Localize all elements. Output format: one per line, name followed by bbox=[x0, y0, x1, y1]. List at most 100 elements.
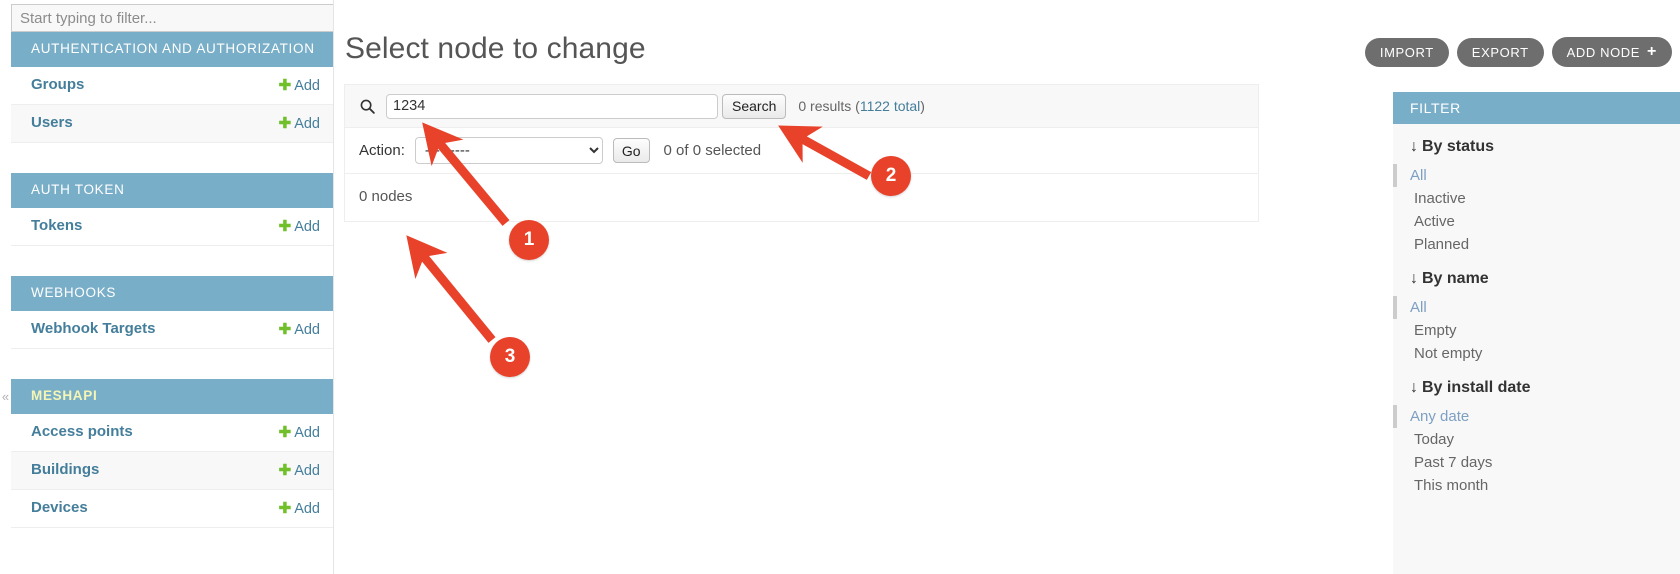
filter-group-heading[interactable]: ↓ By status bbox=[1393, 124, 1680, 164]
filter-group-heading-label: By install date bbox=[1422, 379, 1531, 396]
add-node-button-label: Add node bbox=[1566, 44, 1641, 60]
action-go-button[interactable]: Go bbox=[612, 138, 650, 163]
filter-group-heading-label: By status bbox=[1422, 138, 1495, 155]
changelist-filter-panel: Filter ↓ By status All Inactive Active Planne… bbox=[1393, 92, 1680, 574]
search-result-count: 0 results (1122 total) bbox=[798, 98, 925, 114]
nav-model-add-cell: ✚ Add bbox=[216, 414, 333, 452]
nav-model-row: Users ✚ Add bbox=[11, 104, 333, 143]
filter-option-all[interactable]: All bbox=[1393, 296, 1680, 319]
filter-group-heading-label: By name bbox=[1422, 270, 1489, 287]
filter-group-by-status: ↓ By status All Inactive Active Planned bbox=[1393, 124, 1680, 256]
nav-model-name-cell: Buildings bbox=[11, 451, 216, 489]
filter-option-this-month[interactable]: This month bbox=[1393, 474, 1680, 497]
import-button-label: Import bbox=[1379, 44, 1434, 60]
nav-model-name-cell: Webhook Targets bbox=[11, 311, 228, 349]
search-input[interactable] bbox=[386, 93, 718, 119]
search-toolbar: Search 0 results (1122 total) bbox=[344, 84, 1259, 128]
paginator-row: 0 nodes bbox=[344, 174, 1259, 222]
import-button[interactable]: Import bbox=[1364, 37, 1449, 67]
arrow-down-icon: ↓ bbox=[1410, 379, 1418, 396]
filter-group-by-install-date: ↓ By install date Any date Today Past 7 days… bbox=[1393, 365, 1680, 497]
action-select[interactable]: --------- bbox=[414, 137, 603, 164]
nav-app-meshapi: MESHAPI Access points ✚ Add Buildings ✚ Add Dev… bbox=[11, 378, 333, 528]
nav-add-link[interactable]: ✚ Add bbox=[278, 114, 320, 132]
nav-model-link-groups[interactable]: Groups bbox=[31, 76, 84, 93]
filter-option-all[interactable]: All bbox=[1393, 164, 1680, 187]
filter-option-today[interactable]: Today bbox=[1393, 428, 1680, 451]
search-submit-button[interactable]: Search bbox=[722, 93, 787, 119]
nav-app-list: AUTHENTICATION AND AUTHORIZATION Groups ✚ A… bbox=[11, 32, 333, 528]
filter-option-inactive[interactable]: Inactive bbox=[1393, 187, 1680, 210]
filter-option-past-7-days[interactable]: Past 7 days bbox=[1393, 451, 1680, 474]
plus-icon: ✚ bbox=[278, 114, 292, 132]
nav-add-link[interactable]: ✚ Add bbox=[279, 500, 320, 517]
action-counter: 0 of 0 selected bbox=[663, 142, 762, 159]
nav-model-add-cell: ✚ Add bbox=[181, 104, 333, 142]
plus-icon: ✚ bbox=[278, 461, 292, 479]
export-button-label: Export bbox=[1471, 44, 1529, 60]
total-count-link[interactable]: 1122 total bbox=[860, 98, 920, 114]
filter-group-heading[interactable]: ↓ By install date bbox=[1393, 365, 1680, 405]
nav-app-auth-token: AUTH TOKEN Tokens ✚ Add bbox=[11, 172, 333, 246]
filter-option-any-date[interactable]: Any date bbox=[1393, 405, 1680, 428]
content-main: Select node to change Search 0 results (… bbox=[344, 0, 1259, 574]
nav-model-add-cell: ✚ Add bbox=[228, 311, 333, 349]
nav-app-caption[interactable]: AUTHENTICATION AND AUTHORIZATION bbox=[11, 32, 333, 67]
nav-add-link[interactable]: ✚ Add bbox=[278, 217, 320, 235]
filter-option-planned[interactable]: Planned bbox=[1393, 233, 1680, 256]
search-icon bbox=[360, 99, 375, 114]
nav-model-add-cell: ✚ Add bbox=[181, 67, 333, 105]
nav-add-label: Add bbox=[294, 115, 320, 132]
nav-model-add-cell: ✚ Add bbox=[179, 208, 333, 246]
nav-app-gap bbox=[11, 142, 333, 173]
nav-filter-input[interactable] bbox=[11, 4, 333, 32]
nav-model-add-cell: ✚ Add bbox=[216, 451, 333, 489]
nav-model-link-buildings[interactable]: Buildings bbox=[31, 461, 99, 478]
nav-app-caption[interactable]: AUTH TOKEN bbox=[11, 172, 333, 208]
nav-add-label: Add bbox=[294, 321, 320, 338]
filter-option-not-empty[interactable]: Not empty bbox=[1393, 342, 1680, 365]
page-title: Select node to change bbox=[345, 32, 646, 65]
nav-add-link[interactable]: ✚ Add bbox=[278, 76, 320, 94]
nav-model-link-webhook-targets[interactable]: Webhook Targets bbox=[31, 320, 155, 337]
filter-option-empty[interactable]: Empty bbox=[1393, 319, 1680, 342]
nav-model-name-cell: Users bbox=[11, 104, 181, 142]
nav-app-gap bbox=[11, 245, 333, 276]
sidebar-collapse-toggle-icon[interactable]: « bbox=[0, 388, 11, 406]
filter-option-active[interactable]: Active bbox=[1393, 210, 1680, 233]
nav-add-link[interactable]: ✚ Add bbox=[279, 424, 320, 441]
nav-app-caption[interactable]: WEBHOOKS bbox=[11, 275, 333, 311]
filter-group-heading[interactable]: ↓ By name bbox=[1393, 256, 1680, 296]
nav-model-link-devices[interactable]: Devices bbox=[31, 499, 88, 516]
search-result-text: 0 results ( bbox=[798, 98, 860, 114]
export-button[interactable]: Export bbox=[1456, 37, 1544, 67]
filter-group-by-name: ↓ By name All Empty Not empty bbox=[1393, 256, 1680, 365]
plus-icon: ✚ bbox=[278, 217, 292, 235]
nav-model-name-cell: Groups bbox=[11, 67, 181, 105]
nav-app-webhooks: WEBHOOKS Webhook Targets ✚ Add bbox=[11, 275, 333, 349]
nav-model-row: Groups ✚ Add bbox=[11, 66, 333, 105]
nav-model-row: Buildings ✚ Add bbox=[11, 451, 333, 489]
nav-add-link[interactable]: ✚ Add bbox=[278, 461, 320, 479]
nav-app-caption[interactable]: MESHAPI bbox=[11, 378, 333, 414]
nav-model-name-cell: Access points bbox=[11, 414, 216, 452]
nav-sidebar: AUTHENTICATION AND AUTHORIZATIONGroups✚A… bbox=[11, 0, 334, 574]
nav-model-link-tokens[interactable]: Tokens bbox=[31, 217, 82, 234]
plus-icon: ✚ bbox=[278, 76, 292, 94]
add-node-button[interactable]: Add node + bbox=[1551, 37, 1672, 67]
filter-groups: ↓ By status All Inactive Active Planned ↓ By na… bbox=[1393, 124, 1680, 497]
nav-model-row: Access points ✚ Add bbox=[11, 413, 333, 452]
nav-model-name-cell: Tokens bbox=[11, 208, 179, 246]
paginator-count: 0 nodes bbox=[359, 188, 413, 205]
filter-panel-title: Filter bbox=[1393, 92, 1680, 124]
nav-model-link-users[interactable]: Users bbox=[31, 114, 73, 131]
nav-model-add-cell: ✚ Add bbox=[216, 489, 333, 527]
nav-add-label: Add bbox=[294, 500, 320, 517]
admin-changelist-page: AUTHENTICATION AND AUTHORIZATIONGroups✚A… bbox=[0, 0, 1680, 574]
nav-add-label: Add bbox=[294, 424, 320, 441]
nav-add-link[interactable]: ✚ Add bbox=[278, 320, 320, 338]
plus-icon: ✚ bbox=[278, 320, 292, 338]
search-result-text-end: ) bbox=[920, 98, 925, 114]
nav-model-link-access-points[interactable]: Access points bbox=[31, 423, 133, 440]
arrow-down-icon: ↓ bbox=[1410, 270, 1418, 287]
